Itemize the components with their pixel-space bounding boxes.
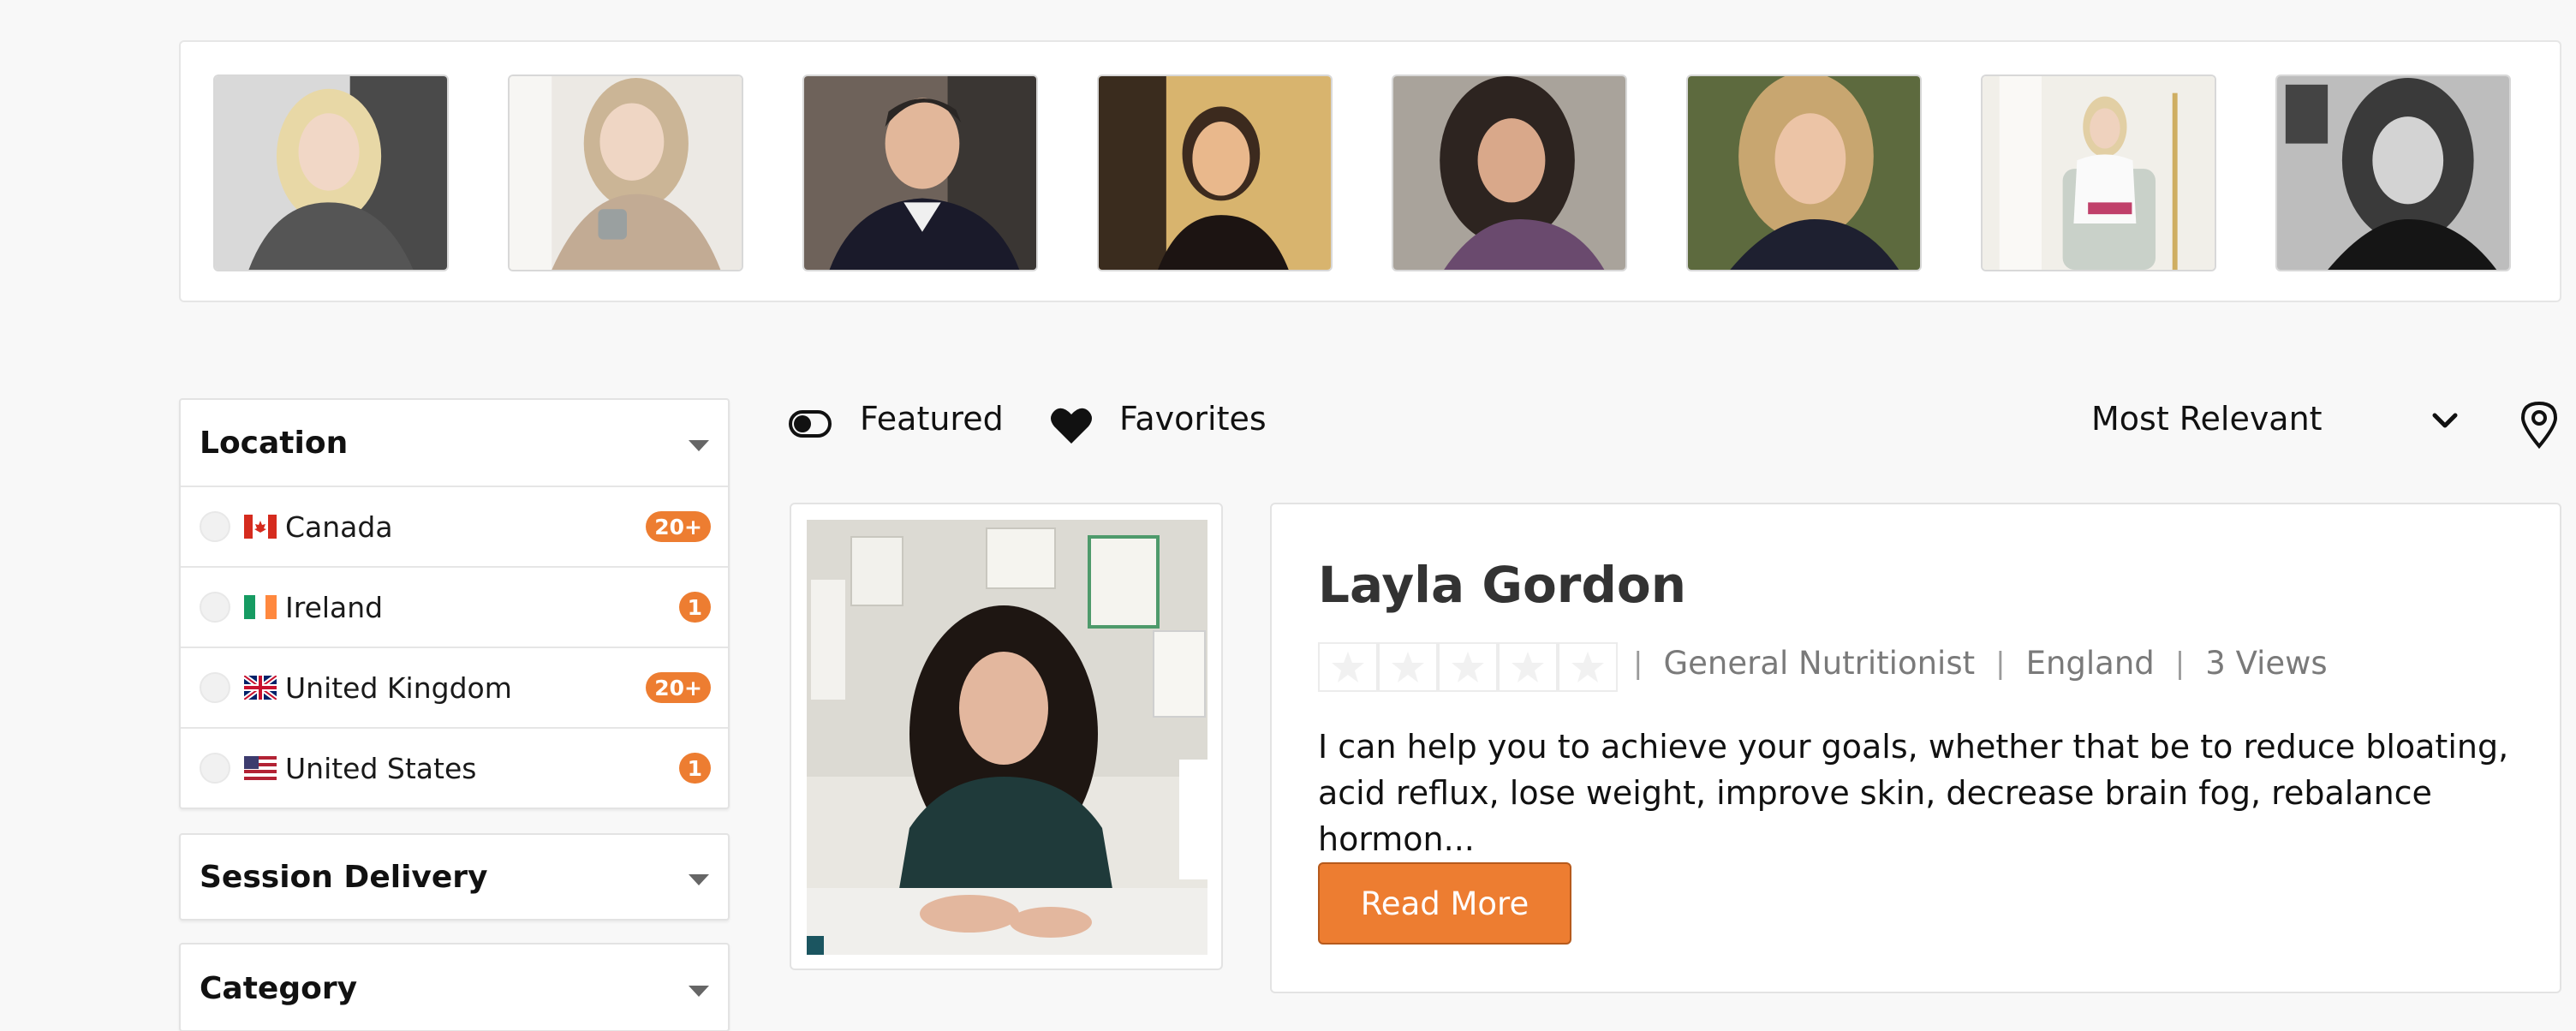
location-option-united-kingdom[interactable]: United Kingdom 20+ [181, 647, 728, 727]
location-radio[interactable] [200, 592, 230, 623]
location-name: Canada [285, 510, 393, 544]
listing-photo-card[interactable] [790, 503, 1223, 970]
carousel-profile-photo[interactable] [213, 74, 449, 271]
sort-select[interactable]: Most Relevant [2091, 400, 2323, 438]
views-count: 3 Views [2205, 645, 2328, 682]
session-delivery-header[interactable]: Session Delivery [181, 835, 728, 919]
session-delivery-title: Session Delivery [200, 859, 488, 895]
meta-separator: | [2174, 646, 2185, 681]
caret-down-icon[interactable] [689, 985, 709, 997]
read-more-button[interactable]: Read More [1318, 862, 1571, 945]
map-pin-icon[interactable] [2519, 401, 2559, 449]
meta-separator: | [1995, 646, 2006, 681]
canada-flag-icon [244, 515, 277, 539]
heart-icon[interactable] [1050, 406, 1093, 445]
carousel-profile-photo[interactable] [802, 74, 1038, 271]
favorites-label[interactable]: Favorites [1119, 400, 1267, 438]
ireland-flag-icon [244, 595, 277, 619]
us-flag-icon [244, 756, 277, 780]
category-title: Category [200, 970, 358, 1006]
carousel-profile-photo[interactable] [508, 74, 743, 271]
listing-photo[interactable] [807, 520, 1208, 955]
chevron-down-icon[interactable] [2430, 408, 2460, 434]
star-icon [1558, 642, 1618, 692]
carousel-profile-photo[interactable] [1981, 74, 2216, 271]
region-label: England [2025, 645, 2155, 682]
location-radio[interactable] [200, 672, 230, 703]
location-filter-panel: Location Canada 20+ Ireland 1 United Kin… [179, 398, 730, 809]
location-radio[interactable] [200, 511, 230, 542]
carousel-profile-photo[interactable] [1686, 74, 1922, 271]
featured-label[interactable]: Featured [860, 400, 1004, 438]
star-rating [1318, 642, 1618, 692]
location-filter-header[interactable]: Location [181, 400, 728, 486]
star-icon [1498, 642, 1558, 692]
category-header[interactable]: Category [181, 945, 728, 1031]
practitioner-name[interactable]: Layla Gordon [1318, 556, 1686, 614]
carousel-profile-photo[interactable] [1097, 74, 1333, 271]
location-option-canada[interactable]: Canada 20+ [181, 486, 728, 566]
specialty-label: General Nutritionist [1663, 645, 1976, 682]
listing-info-card: Layla Gordon | General Nutritionist | En… [1270, 503, 2561, 993]
uk-flag-icon [244, 676, 277, 700]
caret-down-icon[interactable] [689, 439, 709, 451]
location-name: United States [285, 751, 477, 785]
location-option-united-states[interactable]: United States 1 [181, 727, 728, 808]
star-icon [1438, 642, 1498, 692]
location-name: Ireland [285, 590, 384, 624]
listing-meta: | General Nutritionist | England | 3 Vie… [1633, 645, 2328, 682]
profile-carousel [179, 40, 2561, 302]
location-option-ireland[interactable]: Ireland 1 [181, 566, 728, 647]
location-count-badge: 20+ [646, 511, 711, 542]
carousel-profile-photo[interactable] [2275, 74, 2511, 271]
location-count-badge: 20+ [646, 672, 711, 703]
caret-down-icon[interactable] [689, 873, 709, 885]
meta-separator: | [1633, 646, 1643, 681]
star-icon [1378, 642, 1438, 692]
location-count-badge: 1 [678, 592, 711, 623]
featured-toggle-icon[interactable] [789, 410, 832, 438]
location-filter-title: Location [200, 425, 349, 461]
location-count-badge: 1 [678, 753, 711, 784]
location-radio[interactable] [200, 753, 230, 784]
carousel-profile-photo[interactable] [1392, 74, 1627, 271]
listing-description: I can help you to achieve your goals, wh… [1318, 728, 2509, 858]
category-filter-panel[interactable]: Category [179, 943, 730, 1031]
location-name: United Kingdom [285, 670, 512, 705]
session-delivery-filter-panel[interactable]: Session Delivery [179, 833, 730, 921]
star-icon [1318, 642, 1378, 692]
